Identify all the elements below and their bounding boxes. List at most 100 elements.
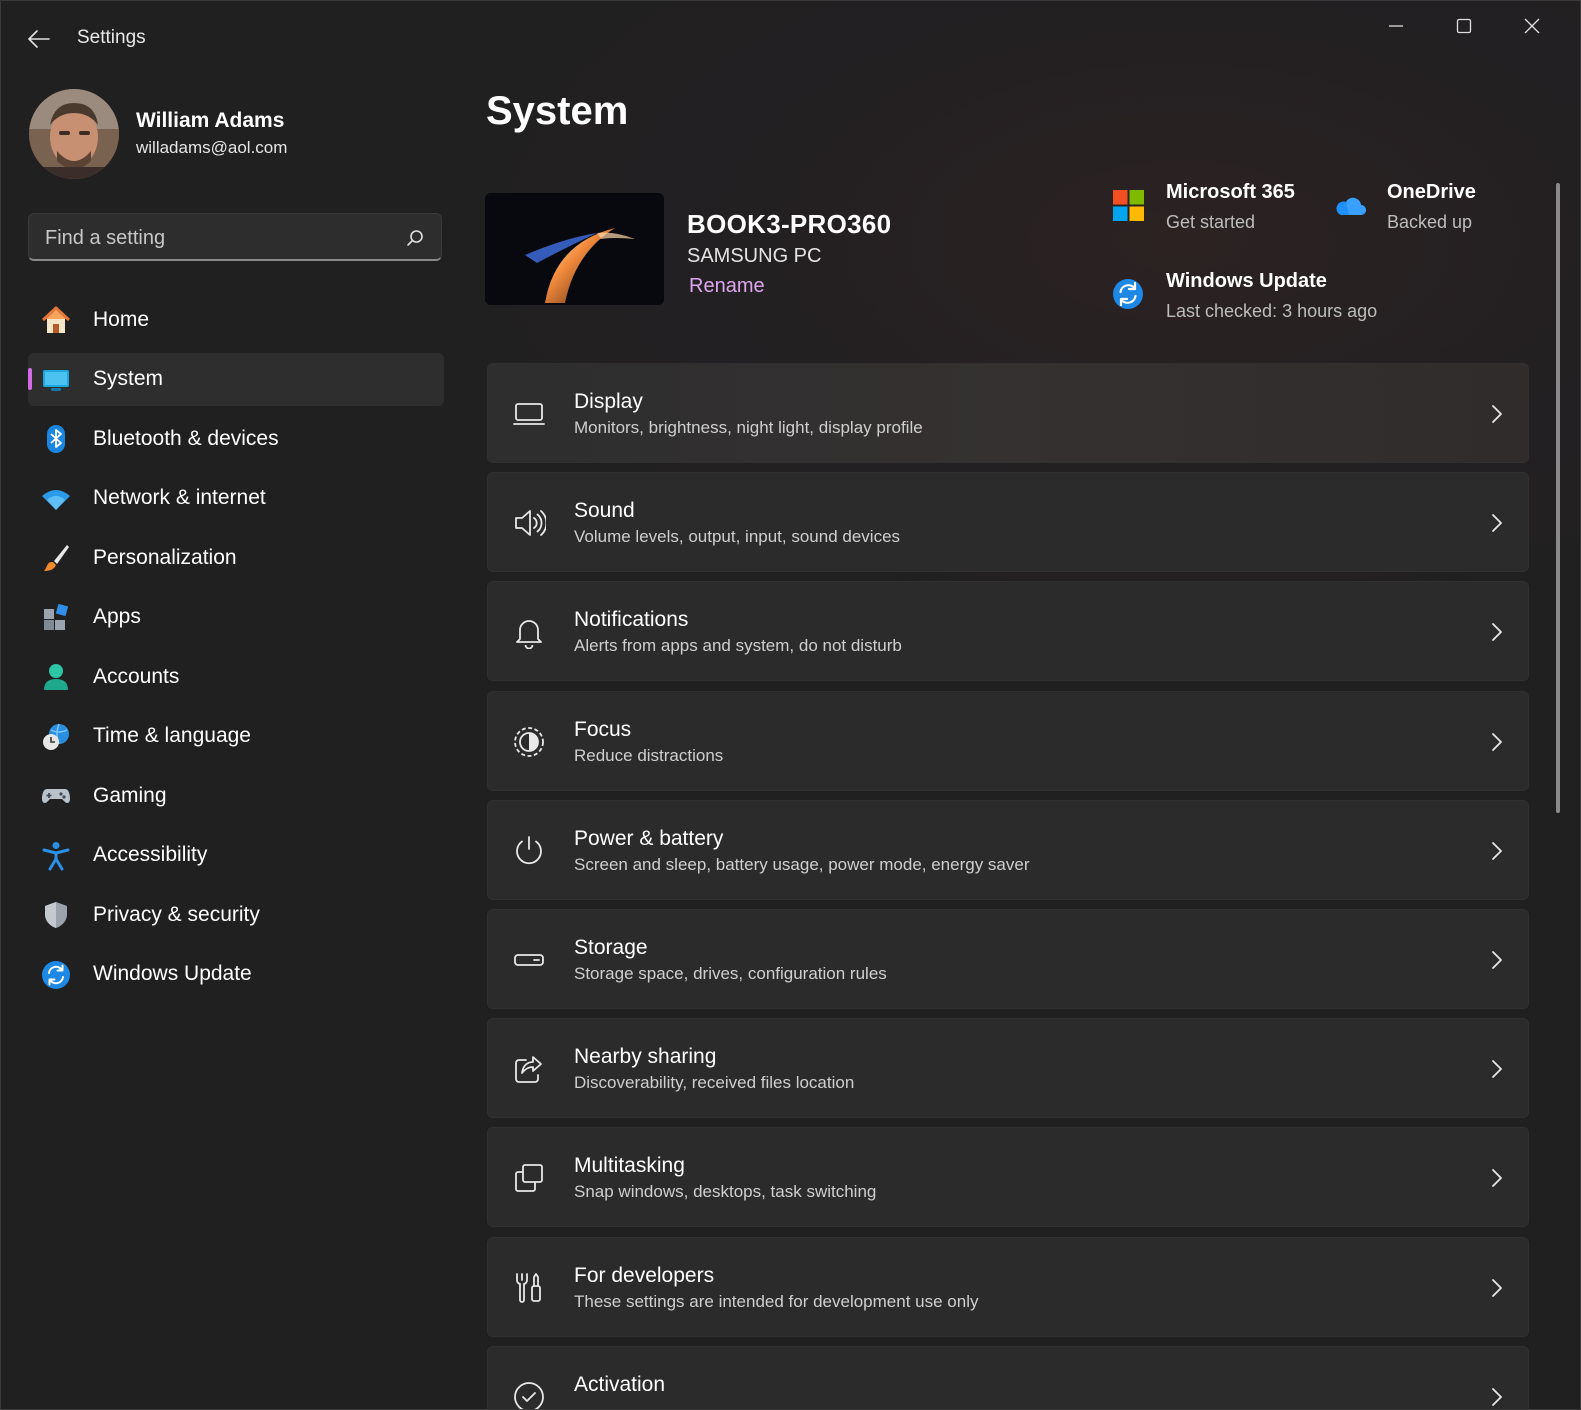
sidebar-item-windows-update[interactable]: Windows Update (28, 948, 444, 1001)
tile-title: Windows Update (1166, 270, 1327, 292)
avatar (29, 89, 119, 179)
back-button[interactable] (23, 23, 55, 55)
sidebar-nav: Home System Bluetooth & devices Network … (28, 293, 444, 1007)
card-subtitle: Volume levels, output, input, sound devi… (574, 527, 901, 547)
card-subtitle: Discoverability, received files location (574, 1073, 855, 1093)
maximize-button[interactable] (1431, 9, 1497, 43)
sidebar-item-apps[interactable]: Apps (28, 591, 444, 644)
shield-icon (45, 902, 67, 928)
speaker-icon (515, 510, 546, 537)
sidebar-item-system[interactable]: System (28, 352, 444, 406)
rename-link[interactable]: Rename (689, 275, 765, 298)
sidebar-item-accounts[interactable]: Accounts (28, 650, 444, 703)
search-icon[interactable] (405, 228, 425, 248)
search-input[interactable] (43, 214, 387, 262)
sidebar-item-label: Apps (93, 605, 141, 628)
sidebar-item-accessibility[interactable]: Accessibility (28, 829, 444, 882)
sidebar-item-label: Network & internet (93, 486, 266, 509)
device-wallpaper-icon (485, 193, 664, 305)
tile-subtitle: Last checked: 3 hours ago (1166, 301, 1378, 321)
device-model: SAMSUNG PC (687, 245, 822, 267)
sidebar-item-label: Accessibility (93, 843, 208, 866)
user-photo-icon (29, 89, 119, 179)
wifi-icon (42, 489, 70, 510)
chevron-right-icon (1492, 405, 1502, 423)
minimize-button[interactable] (1363, 9, 1429, 43)
user-email: willadams@aol.com (136, 138, 288, 157)
sidebar-item-label: Home (93, 307, 150, 331)
sidebar-item-bluetooth[interactable]: Bluetooth & devices (28, 412, 444, 465)
card-subtitle: Screen and sleep, battery usage, power m… (574, 854, 1030, 874)
card-title: For developers (574, 1263, 715, 1287)
chevron-right-icon (1492, 1387, 1502, 1406)
sidebar-item-label: Privacy & security (93, 902, 260, 926)
accounts-icon (44, 664, 68, 690)
tile-subtitle: Get started (1166, 212, 1256, 232)
device-name: BOOK3-PRO360 (687, 209, 892, 239)
onedrive-cloud-icon (1336, 197, 1366, 215)
microsoft-365-tile[interactable]: Microsoft 365 Get started (1112, 181, 1332, 237)
search-box[interactable] (28, 213, 442, 262)
sidebar-item-label: Accounts (93, 664, 180, 688)
system-icon (43, 369, 69, 391)
app-title: Settings (77, 27, 146, 48)
setting-card-sound[interactable]: Sound Volume levels, output, input, soun… (487, 472, 1529, 573)
bluetooth-icon (47, 425, 65, 453)
card-title: Nearby sharing (574, 1045, 717, 1069)
setting-card-focus[interactable]: Focus Reduce distractions (487, 690, 1529, 791)
sidebar-item-label: Bluetooth & devices (93, 426, 279, 450)
sidebar-item-home[interactable]: Home (28, 293, 444, 346)
sidebar-item-personalization[interactable]: Personalization (28, 531, 444, 584)
settings-window: Settings William Adams willadams@aol.com… (0, 0, 1581, 1410)
sidebar-item-privacy-security[interactable]: Privacy & security (28, 888, 444, 941)
chevron-right-icon (1492, 623, 1502, 642)
windows-update-tile[interactable]: Windows Update Last checked: 3 hours ago (1112, 270, 1412, 326)
sidebar-item-gaming[interactable]: Gaming (28, 769, 444, 822)
power-icon (516, 835, 542, 864)
chevron-right-icon (1492, 1278, 1502, 1297)
activation-icon (514, 1381, 544, 1409)
card-subtitle: Alerts from apps and system, do not dist… (574, 636, 902, 656)
brush-icon (44, 545, 69, 571)
tile-subtitle: Backed up (1387, 212, 1473, 232)
card-title: Multitasking (574, 1154, 685, 1178)
accessibility-icon (42, 841, 70, 870)
setting-card-power-battery[interactable]: Power & battery Screen and sleep, batter… (487, 799, 1529, 900)
card-subtitle: Storage space, drives, configuration rul… (574, 963, 887, 983)
card-subtitle: Reduce distractions (574, 745, 724, 765)
scrollbar-thumb[interactable] (1556, 183, 1560, 813)
tile-title: OneDrive (1387, 181, 1476, 203)
storage-icon (514, 954, 544, 966)
setting-card-notifications[interactable]: Notifications Alerts from apps and syste… (487, 581, 1529, 682)
apps-icon (44, 603, 69, 630)
setting-card-nearby-sharing[interactable]: Nearby sharing Discoverability, received… (487, 1018, 1529, 1119)
user-name: William Adams (136, 109, 285, 132)
page-title: System (486, 89, 629, 133)
setting-card-for-developers[interactable]: For developers These settings are intend… (487, 1236, 1529, 1337)
card-title: Notifications (574, 608, 689, 632)
onedrive-tile[interactable]: OneDrive Backed up (1333, 181, 1533, 237)
chevron-right-icon (1492, 951, 1502, 969)
title-bar: Settings (1, 1, 1580, 73)
setting-card-activation[interactable]: Activation (487, 1345, 1529, 1409)
sidebar-item-label: Personalization (93, 545, 237, 569)
sidebar-item-network[interactable]: Network & internet (28, 472, 444, 525)
setting-card-display[interactable]: Display Monitors, brightness, night ligh… (487, 363, 1529, 463)
sidebar-item-time-language[interactable]: Time & language (28, 710, 444, 763)
card-title: Focus (574, 717, 632, 741)
update-icon (1113, 279, 1143, 309)
bell-icon (516, 620, 542, 650)
multitasking-icon (515, 1164, 543, 1193)
setting-card-multitasking[interactable]: Multitasking Snap windows, desktops, tas… (487, 1127, 1529, 1228)
chevron-right-icon (1492, 732, 1502, 751)
sidebar-item-label: Windows Update (93, 962, 252, 985)
minimize-icon (1389, 25, 1403, 27)
close-button[interactable] (1499, 9, 1565, 43)
arrow-left-icon (28, 30, 50, 48)
developer-tools-icon (516, 1272, 541, 1303)
user-profile[interactable]: William Adams willadams@aol.com (29, 89, 449, 179)
sidebar-item-label: Gaming (93, 783, 167, 807)
gamepad-icon (42, 789, 70, 803)
setting-card-storage[interactable]: Storage Storage space, drives, configura… (487, 908, 1529, 1009)
tile-title: Microsoft 365 (1166, 181, 1295, 203)
